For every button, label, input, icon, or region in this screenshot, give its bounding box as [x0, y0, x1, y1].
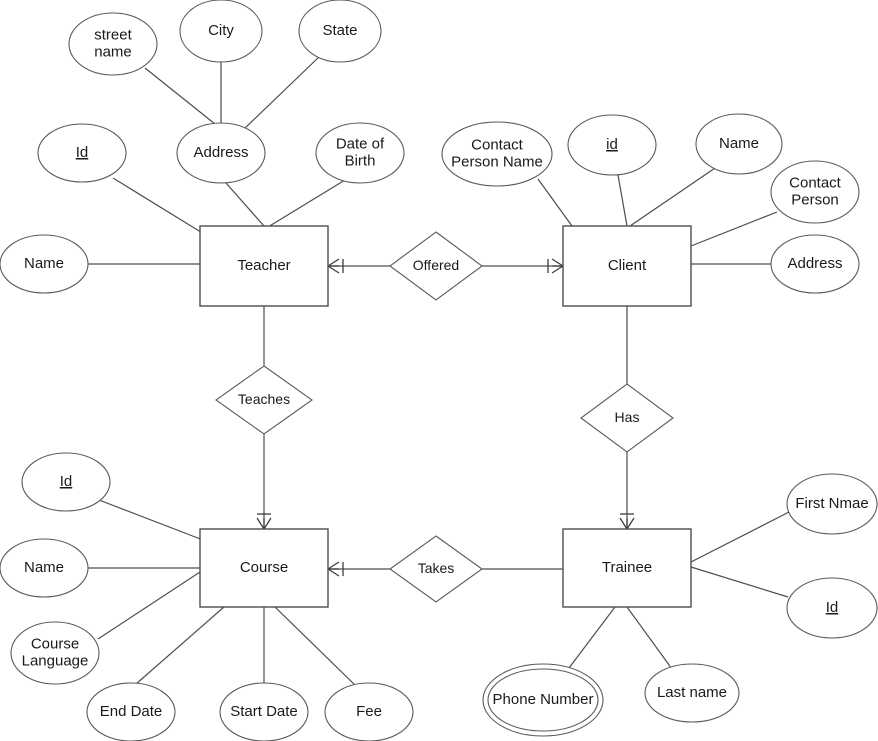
attribute-node-trainee-id[interactable]: Id	[786, 577, 878, 639]
er-edge	[617, 174, 628, 227]
entity-node-trainee[interactable]: Trainee	[562, 528, 692, 608]
attribute-node-client-contact-person-name[interactable]: Contact Person Name	[441, 121, 553, 187]
attribute-label: Name	[719, 135, 759, 152]
er-edge	[144, 67, 216, 125]
entity-label: Course	[240, 559, 288, 576]
attribute-label: id	[606, 136, 618, 153]
attribute-node-course-id[interactable]: Id	[21, 452, 111, 512]
attribute-node-course-language[interactable]: Course Language	[10, 621, 100, 685]
attribute-label: Name	[24, 255, 64, 272]
attribute-label: Id	[60, 473, 73, 490]
attribute-label: Address	[787, 255, 842, 272]
attribute-node-course-start-date[interactable]: Start Date	[219, 682, 309, 741]
er-edge	[690, 511, 790, 563]
attribute-node-trainee-last-name[interactable]: Last name	[644, 663, 740, 723]
er-edge	[690, 566, 789, 598]
attribute-node-client-name[interactable]: Name	[695, 113, 783, 175]
attribute-node-course-fee[interactable]: Fee	[324, 682, 414, 741]
er-diagram-canvas: street name City State Id Address Date of Birth…	[0, 0, 878, 741]
er-edge	[537, 178, 573, 227]
attribute-label: Id	[76, 144, 89, 161]
attribute-label: Phone Number	[493, 691, 594, 708]
relationship-label: Takes	[418, 560, 455, 576]
attribute-label: State	[322, 22, 357, 39]
relationship-node-teaches[interactable]: Teaches	[215, 365, 313, 435]
er-edge	[98, 499, 204, 541]
attribute-node-teacher-street-name[interactable]: street name	[68, 12, 158, 76]
er-edge	[629, 165, 719, 227]
attribute-node-course-end-date[interactable]: End Date	[86, 682, 176, 741]
attribute-layer: street name City State Id Address Date of Birth…	[0, 0, 878, 741]
attribute-node-client-contact-person[interactable]: Contact Person	[770, 160, 860, 224]
attribute-label: Id	[826, 599, 839, 616]
er-edge	[690, 211, 778, 247]
attribute-label: Last name	[657, 684, 727, 701]
attribute-node-trainee-phone-number[interactable]: Phone Number	[482, 663, 604, 737]
relationship-node-offered[interactable]: Offered	[389, 231, 483, 301]
relationship-label: Has	[615, 409, 640, 425]
entity-label: Trainee	[602, 559, 652, 576]
entity-node-course[interactable]: Course	[199, 528, 329, 608]
attribute-node-teacher-id[interactable]: Id	[37, 123, 127, 183]
attribute-label: First Nmae	[795, 495, 868, 512]
attribute-label: street name	[94, 26, 132, 60]
attribute-node-teacher-address[interactable]: Address	[176, 122, 266, 184]
er-edge	[267, 179, 346, 228]
attribute-node-course-name[interactable]: Name	[0, 538, 89, 598]
er-edge	[242, 55, 321, 131]
er-edge	[626, 606, 673, 670]
attribute-node-teacher-city[interactable]: City	[179, 0, 263, 63]
attribute-label: City	[208, 22, 234, 39]
attribute-label: Name	[24, 559, 64, 576]
er-edge	[225, 182, 265, 227]
er-edge	[565, 606, 616, 673]
er-edge	[274, 606, 357, 687]
relationship-label: Teaches	[238, 391, 290, 407]
attribute-label: Address	[193, 144, 248, 161]
attribute-label: Contact Person	[789, 174, 842, 208]
er-edge	[97, 571, 201, 640]
attribute-node-teacher-state[interactable]: State	[298, 0, 382, 63]
attribute-node-trainee-first-name[interactable]: First Nmae	[786, 473, 878, 535]
attribute-label: End Date	[100, 703, 163, 720]
attribute-node-teacher-name[interactable]: Name	[0, 234, 89, 294]
entity-label: Teacher	[237, 257, 290, 274]
er-edge	[112, 177, 205, 235]
relationship-label: Offered	[413, 257, 459, 273]
entity-label: Client	[608, 257, 647, 274]
entity-node-client[interactable]: Client	[562, 225, 692, 307]
attribute-node-client-address[interactable]: Address	[770, 234, 860, 294]
attribute-label: Start Date	[230, 703, 298, 720]
attribute-label: Course Language	[22, 635, 89, 669]
relationship-node-has[interactable]: Has	[580, 383, 674, 453]
relationship-node-takes[interactable]: Takes	[389, 535, 483, 603]
entity-node-teacher[interactable]: Teacher	[199, 225, 329, 307]
attribute-node-teacher-dob[interactable]: Date of Birth	[315, 122, 405, 184]
attribute-label: Fee	[356, 703, 382, 720]
er-edge	[135, 606, 225, 685]
attribute-node-client-id[interactable]: id	[567, 114, 657, 176]
